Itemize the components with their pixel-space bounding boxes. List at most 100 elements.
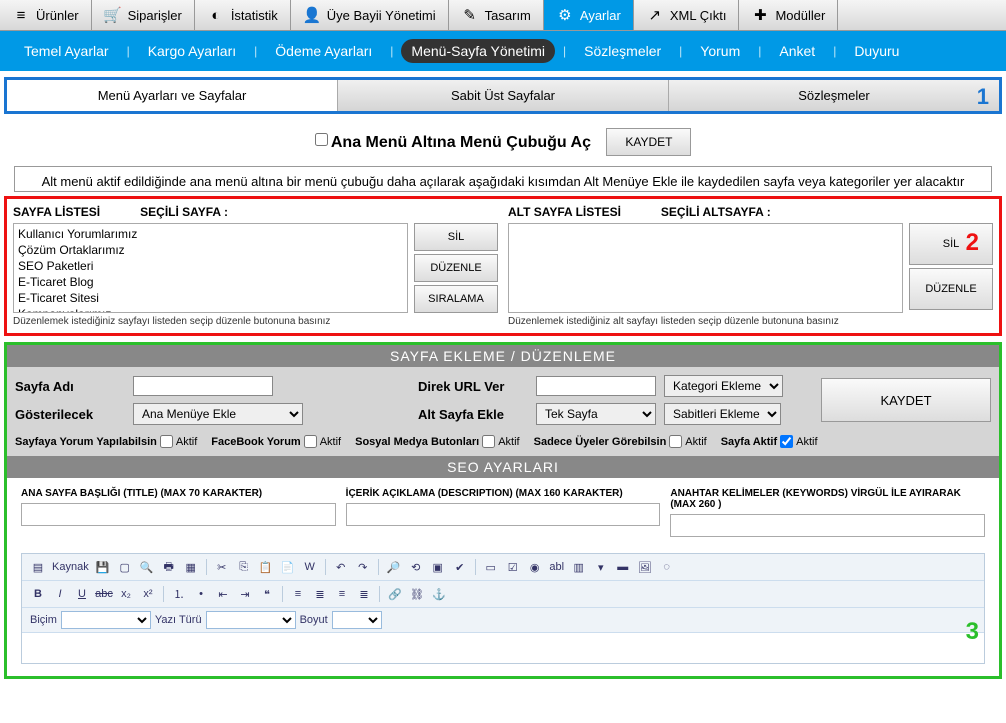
topmenu-modüller[interactable]: ✚Modüller [739, 0, 838, 30]
form-save-button[interactable]: KAYDET [821, 378, 991, 422]
unlink-icon[interactable]: ⛓ [407, 584, 427, 604]
tab-0[interactable]: Menü Ayarları ve Sayfalar [7, 80, 338, 111]
tab-2[interactable]: Sözleşmeler [669, 80, 999, 111]
paste-text-icon[interactable]: 📄 [278, 557, 298, 577]
chk-input[interactable] [780, 435, 793, 448]
topmenu-xml çıktı[interactable]: ↗XML Çıktı [634, 0, 740, 30]
sayfa-adi-input[interactable] [133, 376, 273, 396]
template-icon[interactable]: ▦ [181, 557, 201, 577]
sabitleri-select[interactable]: Sabitleri Ekleme [664, 403, 781, 425]
direk-url-label: Direk URL Ver [418, 379, 528, 394]
seo-input[interactable] [21, 503, 336, 526]
replace-icon[interactable]: ⟲ [406, 557, 426, 577]
selectall-icon[interactable]: ▣ [428, 557, 448, 577]
seo-input[interactable] [670, 514, 985, 537]
numlist-icon[interactable]: ⒈ [169, 584, 189, 604]
page-list-select[interactable]: Kullanıcı YorumlarımızÇözüm Ortaklarımız… [13, 223, 408, 313]
topmenu-ürünler[interactable]: ≡Ürünler [0, 0, 92, 30]
topmenu-siparişler[interactable]: 🛒Siparişler [92, 0, 195, 30]
chk-input[interactable] [669, 435, 682, 448]
checkbox-icon[interactable]: ☑ [503, 557, 523, 577]
undo-icon[interactable]: ↶ [331, 557, 351, 577]
topmenu-i̇statistik[interactable]: ◐İstatistik [195, 0, 291, 30]
superscript-icon[interactable]: x² [138, 584, 158, 604]
subscript-icon[interactable]: x₂ [116, 584, 136, 604]
paste-icon[interactable]: 📋 [256, 557, 276, 577]
form-icon[interactable]: ▭ [481, 557, 501, 577]
subnav-3[interactable]: Menü-Sayfa Yönetimi [401, 39, 555, 63]
chk-input[interactable] [160, 435, 173, 448]
chk-input[interactable] [482, 435, 495, 448]
düzenle-button[interactable]: DÜZENLE [414, 254, 498, 282]
kategori-select[interactable]: Kategori Ekleme [664, 375, 783, 397]
textfield-icon[interactable]: abl [547, 557, 567, 577]
anchor-icon[interactable]: ⚓ [429, 584, 449, 604]
underline-icon[interactable]: U [72, 584, 92, 604]
topmenu-üye bayii yönetimi[interactable]: 👤Üye Bayii Yönetimi [291, 0, 449, 30]
bullist-icon[interactable]: • [191, 584, 211, 604]
subnav-4[interactable]: Sözleşmeler [574, 39, 671, 63]
subnav-2[interactable]: Ödeme Ayarları [265, 39, 382, 63]
radio-icon[interactable]: ◉ [525, 557, 545, 577]
source-label[interactable]: Kaynak [52, 561, 89, 573]
si̇l-button[interactable]: SİL [414, 223, 498, 251]
font-select[interactable] [206, 611, 296, 629]
align-center-icon[interactable]: ≣ [310, 584, 330, 604]
page-list-hint: Düzenlemek istediğiniz sayfayı listeden … [13, 316, 498, 327]
hidden-icon[interactable]: ◌ [657, 557, 677, 577]
gosterilecek-select[interactable]: Ana Menüye Ekle [133, 403, 303, 425]
subnav-5[interactable]: Yorum [690, 39, 750, 63]
direk-url-input[interactable] [536, 376, 656, 396]
outdent-icon[interactable]: ⇤ [213, 584, 233, 604]
list-item[interactable]: E-Ticaret Blog [16, 274, 405, 290]
list-item[interactable]: Çözüm Ortaklarımız [16, 242, 405, 258]
italic-icon[interactable]: I [50, 584, 70, 604]
list-item[interactable]: Kampanyalarımız [16, 306, 405, 313]
size-select[interactable] [332, 611, 382, 629]
preview-icon[interactable]: 🔍 [137, 557, 157, 577]
list-item[interactable]: Kullanıcı Yorumlarımız [16, 226, 405, 242]
indent-icon[interactable]: ⇥ [235, 584, 255, 604]
link-icon[interactable]: 🔗 [385, 584, 405, 604]
subnav-6[interactable]: Anket [769, 39, 825, 63]
textarea-icon[interactable]: ▥ [569, 557, 589, 577]
si̇l-button[interactable]: SİL [909, 223, 993, 265]
print-icon[interactable]: 🖶 [159, 557, 179, 577]
strike-icon[interactable]: abc [94, 584, 114, 604]
save-button[interactable]: KAYDET [606, 128, 691, 156]
format-select[interactable] [61, 611, 151, 629]
subnav-0[interactable]: Temel Ayarlar [14, 39, 119, 63]
list-item[interactable]: E-Ticaret Sitesi [16, 290, 405, 306]
list-item[interactable]: SEO Paketleri [16, 258, 405, 274]
düzenle-button[interactable]: DÜZENLE [909, 268, 993, 310]
subnav-7[interactable]: Duyuru [844, 39, 909, 63]
editor-content[interactable] [22, 633, 984, 663]
topmenu-ayarlar[interactable]: ⚙Ayarlar [544, 0, 634, 30]
cut-icon[interactable]: ✂ [212, 557, 232, 577]
redo-icon[interactable]: ↷ [353, 557, 373, 577]
align-right-icon[interactable]: ≡ [332, 584, 352, 604]
image-button-icon[interactable]: 🖼 [635, 557, 655, 577]
paste-word-icon[interactable]: W [300, 557, 320, 577]
align-left-icon[interactable]: ≡ [288, 584, 308, 604]
subnav-1[interactable]: Kargo Ayarları [138, 39, 246, 63]
blockquote-icon[interactable]: ❝ [257, 584, 277, 604]
alt-sayfa-select[interactable]: Tek Sayfa [536, 403, 656, 425]
select-icon[interactable]: ▾ [591, 557, 611, 577]
siralama-button[interactable]: SIRALAMA [414, 285, 498, 313]
chk-input[interactable] [304, 435, 317, 448]
seo-input[interactable] [346, 503, 661, 526]
spellcheck-icon[interactable]: ✔ [450, 557, 470, 577]
tab-1[interactable]: Sabit Üst Sayfalar [338, 80, 669, 111]
bold-icon[interactable]: B [28, 584, 48, 604]
source-icon[interactable]: ▤ [28, 557, 48, 577]
menu-bar-checkbox[interactable] [315, 133, 328, 146]
copy-icon[interactable]: ⎘ [234, 557, 254, 577]
subpage-list-select[interactable] [508, 223, 903, 313]
topmenu-tasarım[interactable]: ✎Tasarım [449, 0, 544, 30]
align-justify-icon[interactable]: ≣ [354, 584, 374, 604]
save-icon[interactable]: 💾 [93, 557, 113, 577]
newpage-icon[interactable]: ▢ [115, 557, 135, 577]
button-icon[interactable]: ▬ [613, 557, 633, 577]
find-icon[interactable]: 🔎 [384, 557, 404, 577]
